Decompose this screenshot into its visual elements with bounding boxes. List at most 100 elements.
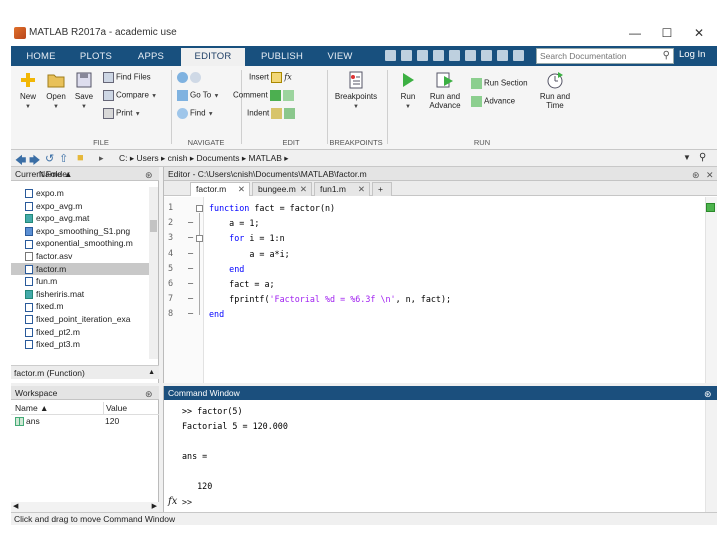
up-folder-icon[interactable]: ⇧ [59, 152, 68, 165]
breakpoint-marker[interactable]: — [188, 279, 193, 289]
list-item[interactable]: fixed.m [11, 300, 149, 313]
quick-access-undo-icon[interactable] [465, 50, 476, 61]
command-window[interactable]: Command Window ⊛ >> factor(5) Factorial 5… [163, 386, 717, 512]
quick-access-switch-icon[interactable] [497, 50, 508, 61]
run-button[interactable]: Run ▼ [395, 70, 421, 110]
close-button[interactable]: ✕ [687, 24, 711, 42]
advance-button[interactable]: Advance [471, 96, 515, 107]
column-name[interactable]: Name ▲ [11, 168, 149, 181]
tab-editor[interactable]: EDITOR [181, 48, 245, 66]
command-window-scrollbar[interactable] [705, 400, 717, 512]
save-button[interactable]: Save ▼ [71, 70, 97, 110]
fx-icon[interactable]: fx [168, 496, 177, 507]
breakpoint-marker[interactable]: — [188, 294, 193, 304]
browse-folder-icon[interactable]: ■ [77, 152, 84, 164]
fold-toggle-icon[interactable] [196, 235, 203, 243]
list-item[interactable]: expo_avg.m [11, 200, 149, 213]
tab-view[interactable]: VIEW [319, 48, 361, 66]
editor-tab-fun1[interactable]: fun1.m ✕ [314, 182, 370, 196]
search-box[interactable]: ⚲ [536, 48, 674, 64]
panel-actions-icon[interactable]: ⊛ [692, 168, 700, 182]
editor-scrollbar[interactable] [705, 197, 717, 383]
path-dropdown-icon[interactable]: ▼ [683, 153, 691, 162]
list-item[interactable]: expo.m [11, 187, 149, 200]
editor-tab-factor[interactable]: factor.m ✕ [190, 182, 250, 196]
new-tab-button[interactable]: + [372, 182, 392, 196]
workspace-hscrollbar[interactable]: ◀ ▶ [11, 502, 159, 512]
list-item[interactable]: fixed_pt2.m [11, 326, 149, 339]
column-value[interactable]: Value [103, 402, 153, 415]
quick-access-copy-icon[interactable] [433, 50, 444, 61]
command-prompt[interactable]: >> [182, 497, 192, 507]
find-files-button[interactable]: Find Files [103, 72, 151, 83]
run-and-advance-button[interactable]: Run and Advance [425, 70, 465, 110]
list-item[interactable]: fun.m [11, 275, 149, 288]
run-section-button[interactable]: Run Section [471, 78, 528, 89]
list-item[interactable]: exponential_smoothing.m [11, 237, 149, 250]
code-line[interactable]: end [209, 264, 244, 274]
quick-access-new-icon[interactable] [385, 50, 396, 61]
close-editor-icon[interactable]: ✕ [706, 168, 714, 182]
breakpoint-marker[interactable]: — [188, 264, 193, 274]
code-line[interactable]: a = a*i; [209, 249, 289, 259]
breakpoint-marker[interactable]: — [188, 249, 193, 259]
code-line[interactable]: for i = 1:n [209, 233, 284, 243]
breakpoint-marker[interactable]: — [188, 233, 193, 243]
workspace-header[interactable]: Workspace ⊛ [11, 386, 159, 400]
file-list-scrollbar[interactable] [149, 187, 158, 359]
panel-actions-icon[interactable]: ⊛ [704, 387, 712, 401]
quick-access-redo-icon[interactable] [481, 50, 492, 61]
fold-toggle-icon[interactable] [196, 205, 203, 212]
new-button[interactable]: New ▼ [15, 70, 41, 110]
breakpoint-marker[interactable]: — [188, 309, 193, 319]
chevron-up-icon[interactable]: ▲ [148, 366, 155, 380]
code-line[interactable]: fact = a; [209, 279, 274, 289]
scroll-left-icon[interactable]: ◀ [13, 502, 18, 510]
code-line[interactable]: function fact = factor(n) [209, 203, 335, 213]
list-item[interactable]: fisheriris.mat [11, 288, 149, 301]
scroll-thumb[interactable] [150, 220, 157, 232]
editor-tab-bungee[interactable]: bungee.m ✕ [252, 182, 312, 196]
breadcrumb[interactable]: C: ▸ Users ▸ cnish ▸ Documents ▸ MATLAB … [119, 153, 289, 164]
panel-actions-icon[interactable]: ⊛ [145, 387, 153, 401]
run-and-time-button[interactable]: Run and Time [537, 70, 573, 110]
search-input[interactable] [537, 49, 655, 63]
list-item[interactable]: expo_smoothing_S1.png [11, 225, 149, 238]
breakpoint-marker[interactable]: — [188, 218, 193, 228]
list-item[interactable]: fixed_point_iteration_exa [11, 313, 149, 326]
code-line[interactable]: a = 1; [209, 218, 259, 228]
list-item[interactable]: factor.m [11, 262, 149, 276]
code-analyzer-status-icon[interactable] [706, 203, 715, 212]
print-button[interactable]: Print ▼ [103, 108, 141, 119]
find-button[interactable]: Find ▼ [177, 108, 214, 119]
minimize-button[interactable]: — [623, 24, 647, 42]
code-line[interactable]: fprintf('Factorial %d = %6.3f \n', n, fa… [209, 294, 451, 304]
quick-access-save-icon[interactable] [401, 50, 412, 61]
quick-access-cut-icon[interactable] [417, 50, 428, 61]
search-folder-icon[interactable]: ⚲ [699, 152, 706, 163]
compare-button[interactable]: Compare ▼ [103, 90, 157, 101]
tab-home[interactable]: HOME [17, 48, 65, 66]
column-name[interactable]: Name ▲ [11, 402, 103, 415]
details-bar[interactable]: factor.m (Function) ▲ [11, 365, 159, 379]
insert-button[interactable]: Insert fx [249, 72, 292, 83]
close-tab-icon[interactable]: ✕ [238, 183, 245, 196]
list-item[interactable]: factor.asv [11, 250, 149, 263]
open-button[interactable]: Open ▼ [43, 70, 69, 110]
editor-header[interactable]: Editor - C:\Users\cnish\Documents\MATLAB… [164, 167, 717, 181]
list-item[interactable]: expo_avg.mat [11, 212, 149, 225]
close-tab-icon[interactable]: ✕ [358, 183, 365, 196]
command-window-header[interactable]: Command Window ⊛ [164, 386, 717, 400]
scroll-right-icon[interactable]: ▶ [152, 502, 157, 510]
refresh-icon[interactable]: ↺ [45, 152, 54, 165]
go-to-button[interactable]: Go To ▼ [177, 90, 219, 101]
indent-button[interactable]: Indent [247, 108, 297, 119]
code-line[interactable]: end [209, 309, 224, 319]
comment-button[interactable]: Comment [233, 90, 296, 101]
tab-publish[interactable]: PUBLISH [251, 48, 313, 66]
breakpoints-button[interactable]: Breakpoints ▼ [329, 70, 383, 110]
list-item[interactable]: fixed_pt3.m [11, 338, 149, 351]
quick-access-paste-icon[interactable] [449, 50, 460, 61]
close-tab-icon[interactable]: ✕ [300, 183, 307, 196]
search-icon[interactable]: ⚲ [663, 50, 670, 61]
